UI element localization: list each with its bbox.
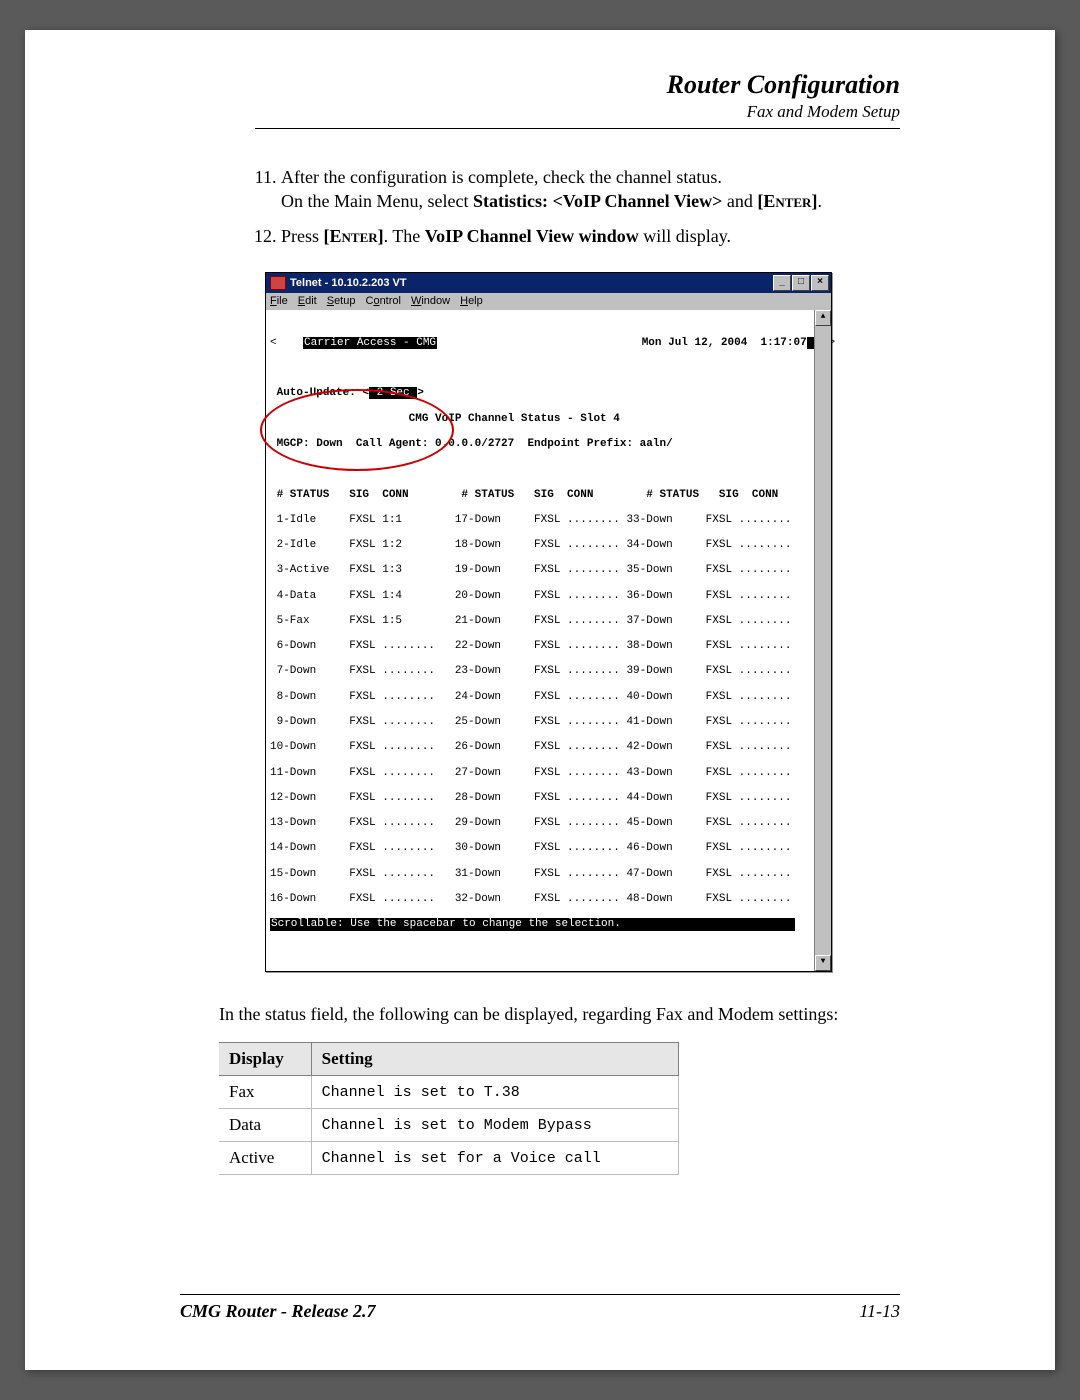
footer-right: 11-13 bbox=[859, 1301, 900, 1322]
step-12-b: . The bbox=[384, 226, 425, 246]
au-label: Auto-Update: < bbox=[277, 387, 369, 399]
menu-control[interactable]: Control bbox=[365, 295, 400, 308]
col-header: # STATUS SIG CONN # STATUS SIG CONN # ST… bbox=[270, 489, 829, 502]
explain-paragraph: In the status field, the following can b… bbox=[219, 1002, 900, 1026]
blank2 bbox=[270, 463, 829, 476]
step-11-enter: [Enter] bbox=[757, 191, 817, 211]
lt: < bbox=[270, 337, 277, 349]
col-setting: Setting bbox=[311, 1043, 678, 1076]
row-4: 4-Data FXSL 1:4 20-Down FXSL ........ 36… bbox=[270, 590, 829, 603]
menu-help[interactable]: Help bbox=[460, 295, 483, 308]
close-button[interactable]: × bbox=[811, 275, 829, 291]
step-11: After the configuration is complete, che… bbox=[281, 165, 900, 214]
row-2: 2-Idle FXSL 1:2 18-Down FXSL ........ 34… bbox=[270, 539, 829, 552]
row-3: 3-Active FXSL 1:3 19-Down FXSL ........ … bbox=[270, 564, 829, 577]
mgcp-line: MGCP: Down Call Agent: 0.0.0.0/2727 Endp… bbox=[270, 438, 829, 451]
row-11: 11-Down FXSL ........ 27-Down FXSL .....… bbox=[270, 767, 829, 780]
step-12-bold: VoIP Channel View window bbox=[425, 226, 639, 246]
row-15: 15-Down FXSL ........ 31-Down FXSL .....… bbox=[270, 868, 829, 881]
footer-rule bbox=[180, 1294, 900, 1295]
terminal-area[interactable]: ▲ ▼ < Carrier Access - CMG Mon Jul 12, 2… bbox=[266, 310, 831, 971]
row-5: 5-Fax FXSL 1:5 21-Down FXSL ........ 37-… bbox=[270, 615, 829, 628]
page-subtitle: Fax and Modem Setup bbox=[255, 102, 900, 122]
table-row: Data Channel is set to Modem Bypass bbox=[219, 1109, 679, 1142]
document-page: Router Configuration Fax and Modem Setup… bbox=[25, 30, 1055, 1370]
cell-display: Fax bbox=[219, 1076, 311, 1109]
step-12-c: will display. bbox=[639, 226, 731, 246]
row-9: 9-Down FXSL ........ 25-Down FXSL ......… bbox=[270, 716, 829, 729]
page-footer: CMG Router - Release 2.7 11-13 bbox=[180, 1294, 900, 1322]
window-titlebar[interactable]: Telnet - 10.10.2.203 VT _ □ × bbox=[266, 273, 831, 293]
step-11-line2a: On the Main Menu, select bbox=[281, 191, 473, 211]
table-row: Fax Channel is set to T.38 bbox=[219, 1076, 679, 1109]
cell-setting: Channel is set to Modem Bypass bbox=[311, 1109, 678, 1142]
row-7: 7-Down FXSL ........ 23-Down FXSL ......… bbox=[270, 665, 829, 678]
footer-left: CMG Router - Release 2.7 bbox=[180, 1301, 376, 1322]
row-13: 13-Down FXSL ........ 29-Down FXSL .....… bbox=[270, 817, 829, 830]
au-end: > bbox=[417, 387, 424, 399]
app-icon bbox=[270, 276, 286, 290]
content-area: Router Configuration Fax and Modem Setup… bbox=[25, 70, 1055, 1175]
menu-file[interactable]: File bbox=[270, 295, 288, 308]
page-header: Router Configuration Fax and Modem Setup bbox=[255, 70, 900, 122]
banner-date: Mon Jul 12, 2004 1:17:07 bbox=[642, 337, 807, 349]
au-val: 2 Sec bbox=[369, 387, 417, 399]
row-10: 10-Down FXSL ........ 26-Down FXSL .....… bbox=[270, 741, 829, 754]
row-1: 1-Idle FXSL 1:1 17-Down FXSL ........ 33… bbox=[270, 514, 829, 527]
row-12: 12-Down FXSL ........ 28-Down FXSL .....… bbox=[270, 792, 829, 805]
window-title: Telnet - 10.10.2.203 VT bbox=[290, 277, 773, 290]
status-header-text: CMG VoIP Channel Status - Slot 4 bbox=[270, 413, 620, 425]
menu-window[interactable]: Window bbox=[411, 295, 450, 308]
window-buttons: _ □ × bbox=[773, 275, 829, 291]
cell-display: Active bbox=[219, 1142, 311, 1175]
settings-table: Display Setting Fax Channel is set to T.… bbox=[219, 1042, 679, 1175]
menu-setup[interactable]: Setup bbox=[327, 295, 356, 308]
step-12-a: Press bbox=[281, 226, 324, 246]
col-header-text: # STATUS SIG CONN # STATUS SIG CONN # ST… bbox=[270, 489, 778, 501]
term-banner: < Carrier Access - CMG Mon Jul 12, 2004 … bbox=[270, 337, 829, 350]
row-14: 14-Down FXSL ........ 30-Down FXSL .....… bbox=[270, 842, 829, 855]
telnet-window: Telnet - 10.10.2.203 VT _ □ × File Edit … bbox=[265, 272, 832, 972]
menu-bar: File Edit Setup Control Window Help bbox=[266, 293, 831, 310]
step-11-bold: Statistics: <VoIP Channel View> bbox=[473, 191, 722, 211]
cell-setting: Channel is set for a Voice call bbox=[311, 1142, 678, 1175]
auto-update-line: Auto-Update: < 2 Sec > bbox=[270, 387, 829, 400]
cell-display: Data bbox=[219, 1109, 311, 1142]
col-display: Display bbox=[219, 1043, 311, 1076]
step-11-line1: After the configuration is complete, che… bbox=[281, 167, 722, 187]
header-rule bbox=[255, 128, 900, 129]
page-title: Router Configuration bbox=[255, 70, 900, 100]
scroll-up-button[interactable]: ▲ bbox=[815, 310, 831, 326]
step-list: After the configuration is complete, che… bbox=[255, 165, 900, 248]
footer-row: CMG Router - Release 2.7 11-13 bbox=[180, 1301, 900, 1322]
cell-setting: Channel is set to T.38 bbox=[311, 1076, 678, 1109]
status-header: CMG VoIP Channel Status - Slot 4 bbox=[270, 413, 829, 426]
menu-edit[interactable]: Edit bbox=[298, 295, 317, 308]
banner-title: Carrier Access - CMG bbox=[303, 337, 437, 349]
mgcp-text: MGCP: Down Call Agent: 0.0.0.0/2727 Endp… bbox=[277, 438, 673, 450]
minimize-button[interactable]: _ bbox=[773, 275, 791, 291]
scrollbar[interactable]: ▲ ▼ bbox=[814, 310, 831, 971]
step-12: Press [Enter]. The VoIP Channel View win… bbox=[281, 224, 900, 248]
blank1 bbox=[270, 362, 829, 375]
step-11-dot: . bbox=[817, 191, 822, 211]
table-header-row: Display Setting bbox=[219, 1043, 679, 1076]
scroll-down-button[interactable]: ▼ bbox=[815, 955, 831, 971]
term-footer: Scrollable: Use the spacebar to change t… bbox=[270, 918, 829, 931]
table-row: Active Channel is set for a Voice call bbox=[219, 1142, 679, 1175]
step-12-enter: [Enter] bbox=[324, 226, 384, 246]
row-16: 16-Down FXSL ........ 32-Down FXSL .....… bbox=[270, 893, 829, 906]
row-8: 8-Down FXSL ........ 24-Down FXSL ......… bbox=[270, 691, 829, 704]
maximize-button[interactable]: □ bbox=[792, 275, 810, 291]
highlight-circle-icon bbox=[260, 389, 454, 471]
footer-inv: Scrollable: Use the spacebar to change t… bbox=[270, 918, 795, 931]
step-11-line2b: and bbox=[722, 191, 757, 211]
row-6: 6-Down FXSL ........ 22-Down FXSL ......… bbox=[270, 640, 829, 653]
